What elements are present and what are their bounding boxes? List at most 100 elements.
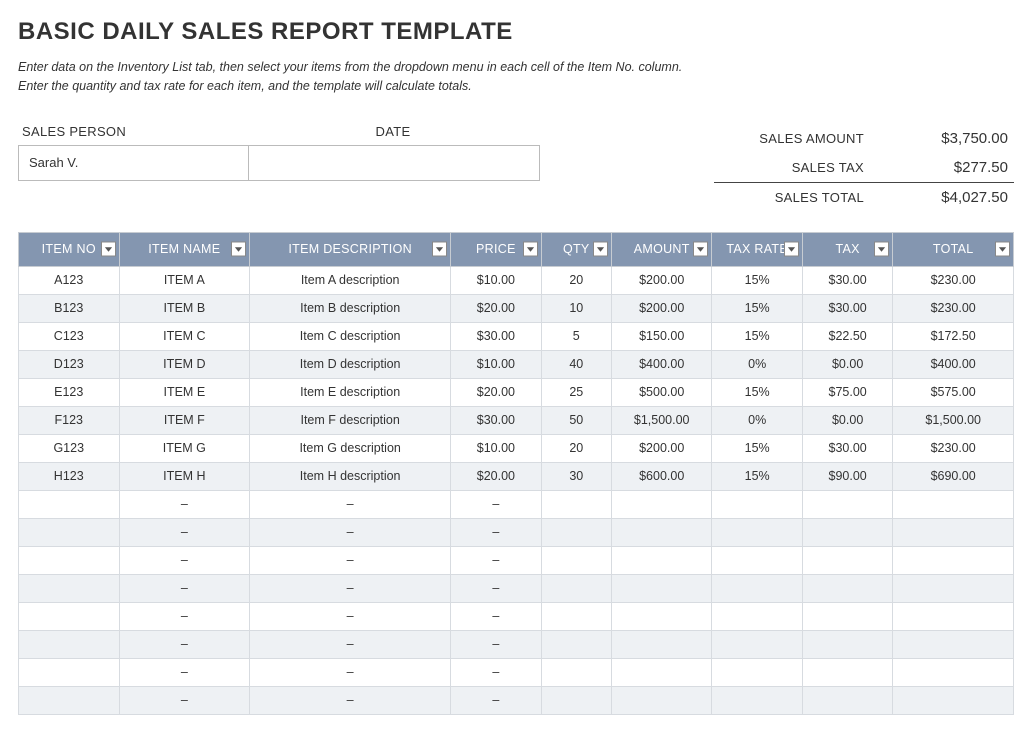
cell-item-name[interactable]: ITEM D bbox=[119, 350, 250, 378]
cell-price[interactable]: $10.00 bbox=[451, 434, 541, 462]
cell-item-description[interactable]: Item E description bbox=[250, 378, 451, 406]
cell-item-name[interactable]: ITEM A bbox=[119, 266, 250, 294]
cell-item-name[interactable]: – bbox=[119, 574, 250, 602]
cell-tax-rate[interactable] bbox=[712, 686, 802, 714]
cell-price[interactable]: – bbox=[451, 630, 541, 658]
cell-total[interactable]: $1,500.00 bbox=[893, 406, 1014, 434]
cell-amount[interactable]: $150.00 bbox=[611, 322, 712, 350]
col-amount[interactable]: AMOUNT bbox=[611, 232, 712, 266]
cell-price[interactable]: – bbox=[451, 490, 541, 518]
cell-item-no[interactable]: G123 bbox=[19, 434, 120, 462]
cell-item-description[interactable]: – bbox=[250, 546, 451, 574]
cell-item-description[interactable]: – bbox=[250, 658, 451, 686]
cell-price[interactable]: – bbox=[451, 518, 541, 546]
cell-qty[interactable]: 50 bbox=[541, 406, 611, 434]
cell-total[interactable] bbox=[893, 490, 1014, 518]
cell-item-name[interactable]: ITEM B bbox=[119, 294, 250, 322]
cell-tax-rate[interactable] bbox=[712, 630, 802, 658]
cell-price[interactable]: $20.00 bbox=[451, 378, 541, 406]
cell-tax-rate[interactable]: 15% bbox=[712, 434, 802, 462]
col-tax-rate[interactable]: TAX RATE bbox=[712, 232, 802, 266]
cell-item-no[interactable] bbox=[19, 490, 120, 518]
date-input[interactable] bbox=[249, 146, 539, 180]
cell-item-name[interactable]: ITEM G bbox=[119, 434, 250, 462]
cell-amount[interactable] bbox=[611, 686, 712, 714]
cell-item-description[interactable]: Item F description bbox=[250, 406, 451, 434]
cell-total[interactable] bbox=[893, 630, 1014, 658]
cell-item-no[interactable] bbox=[19, 686, 120, 714]
cell-item-description[interactable]: – bbox=[250, 518, 451, 546]
cell-tax[interactable]: $0.00 bbox=[802, 350, 892, 378]
cell-amount[interactable] bbox=[611, 602, 712, 630]
cell-total[interactable]: $172.50 bbox=[893, 322, 1014, 350]
cell-item-description[interactable]: – bbox=[250, 602, 451, 630]
cell-item-no[interactable]: D123 bbox=[19, 350, 120, 378]
cell-item-description[interactable]: Item G description bbox=[250, 434, 451, 462]
cell-tax-rate[interactable] bbox=[712, 602, 802, 630]
cell-tax[interactable] bbox=[802, 574, 892, 602]
cell-item-name[interactable]: – bbox=[119, 518, 250, 546]
cell-tax-rate[interactable]: 15% bbox=[712, 462, 802, 490]
cell-item-description[interactable]: – bbox=[250, 630, 451, 658]
cell-item-no[interactable]: A123 bbox=[19, 266, 120, 294]
filter-dropdown-icon[interactable] bbox=[874, 242, 889, 257]
cell-item-name[interactable]: – bbox=[119, 686, 250, 714]
cell-price[interactable]: – bbox=[451, 602, 541, 630]
cell-qty[interactable] bbox=[541, 490, 611, 518]
cell-item-no[interactable]: C123 bbox=[19, 322, 120, 350]
cell-tax-rate[interactable] bbox=[712, 518, 802, 546]
cell-amount[interactable] bbox=[611, 518, 712, 546]
cell-price[interactable]: – bbox=[451, 546, 541, 574]
cell-amount[interactable] bbox=[611, 574, 712, 602]
filter-dropdown-icon[interactable] bbox=[693, 242, 708, 257]
cell-tax[interactable]: $75.00 bbox=[802, 378, 892, 406]
cell-tax-rate[interactable]: 15% bbox=[712, 294, 802, 322]
cell-tax[interactable]: $0.00 bbox=[802, 406, 892, 434]
cell-item-name[interactable]: – bbox=[119, 546, 250, 574]
cell-item-description[interactable]: Item H description bbox=[250, 462, 451, 490]
cell-total[interactable] bbox=[893, 574, 1014, 602]
cell-price[interactable]: $20.00 bbox=[451, 462, 541, 490]
cell-item-no[interactable] bbox=[19, 630, 120, 658]
filter-dropdown-icon[interactable] bbox=[101, 242, 116, 257]
cell-item-description[interactable]: Item A description bbox=[250, 266, 451, 294]
cell-item-name[interactable]: ITEM H bbox=[119, 462, 250, 490]
col-item-description[interactable]: ITEM DESCRIPTION bbox=[250, 232, 451, 266]
cell-tax[interactable] bbox=[802, 518, 892, 546]
cell-amount[interactable]: $200.00 bbox=[611, 434, 712, 462]
cell-item-description[interactable]: Item B description bbox=[250, 294, 451, 322]
cell-tax-rate[interactable] bbox=[712, 658, 802, 686]
cell-item-no[interactable]: B123 bbox=[19, 294, 120, 322]
cell-amount[interactable]: $1,500.00 bbox=[611, 406, 712, 434]
cell-item-no[interactable]: H123 bbox=[19, 462, 120, 490]
cell-tax-rate[interactable]: 15% bbox=[712, 322, 802, 350]
cell-qty[interactable] bbox=[541, 602, 611, 630]
cell-item-name[interactable]: ITEM C bbox=[119, 322, 250, 350]
cell-total[interactable]: $575.00 bbox=[893, 378, 1014, 406]
cell-item-no[interactable] bbox=[19, 546, 120, 574]
filter-dropdown-icon[interactable] bbox=[231, 242, 246, 257]
cell-qty[interactable] bbox=[541, 574, 611, 602]
cell-item-name[interactable]: – bbox=[119, 602, 250, 630]
cell-tax[interactable] bbox=[802, 546, 892, 574]
cell-price[interactable]: $10.00 bbox=[451, 266, 541, 294]
cell-tax[interactable]: $90.00 bbox=[802, 462, 892, 490]
cell-amount[interactable] bbox=[611, 546, 712, 574]
cell-amount[interactable] bbox=[611, 630, 712, 658]
cell-total[interactable] bbox=[893, 658, 1014, 686]
cell-qty[interactable] bbox=[541, 630, 611, 658]
filter-dropdown-icon[interactable] bbox=[784, 242, 799, 257]
filter-dropdown-icon[interactable] bbox=[523, 242, 538, 257]
cell-tax-rate[interactable] bbox=[712, 490, 802, 518]
cell-item-name[interactable]: ITEM E bbox=[119, 378, 250, 406]
cell-price[interactable]: $30.00 bbox=[451, 322, 541, 350]
cell-total[interactable] bbox=[893, 518, 1014, 546]
cell-item-name[interactable]: ITEM F bbox=[119, 406, 250, 434]
cell-qty[interactable]: 40 bbox=[541, 350, 611, 378]
cell-qty[interactable]: 30 bbox=[541, 462, 611, 490]
cell-amount[interactable]: $400.00 bbox=[611, 350, 712, 378]
cell-item-no[interactable] bbox=[19, 518, 120, 546]
cell-item-name[interactable]: – bbox=[119, 658, 250, 686]
cell-item-description[interactable]: Item D description bbox=[250, 350, 451, 378]
sales-person-input[interactable]: Sarah V. bbox=[19, 146, 249, 180]
